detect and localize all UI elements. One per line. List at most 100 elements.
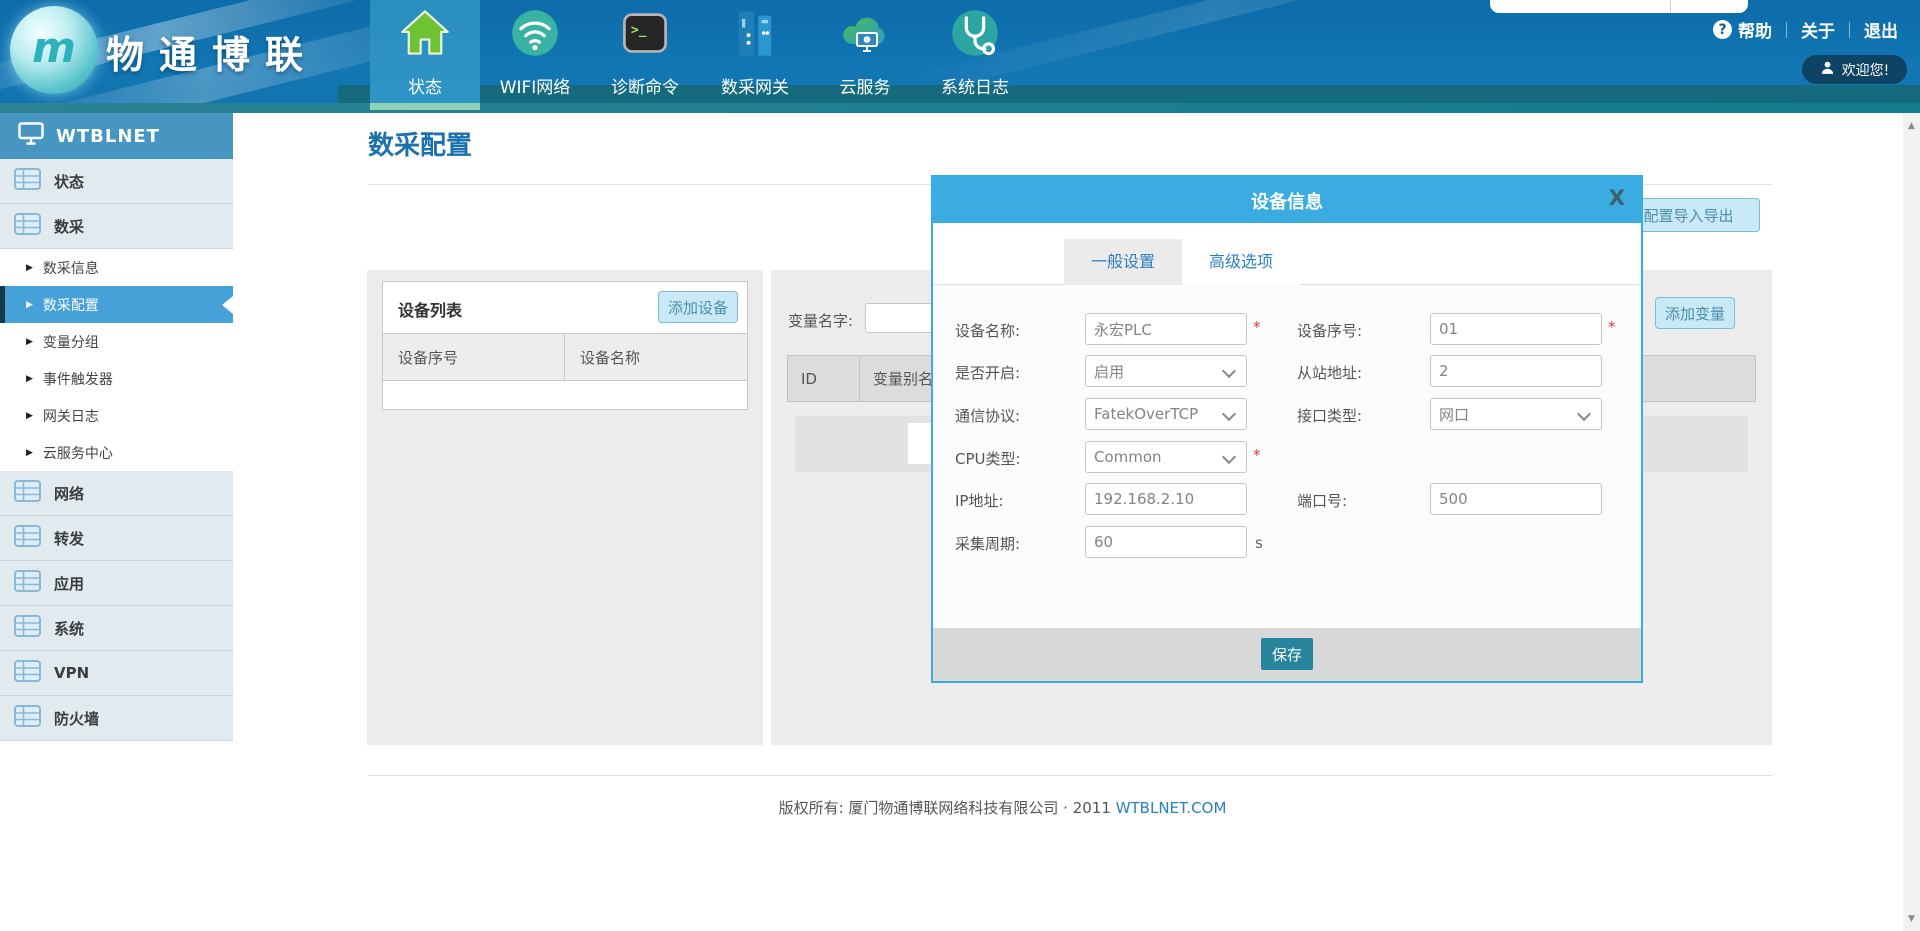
modal-header: 设备信息 X	[933, 177, 1641, 223]
caret-icon: ▶	[26, 374, 33, 384]
svg-text:>_: >_	[631, 23, 647, 38]
grid-icon	[14, 660, 41, 686]
modal-title: 设备信息	[933, 188, 1641, 214]
enabled-select[interactable]: 启用	[1085, 355, 1247, 387]
search-divider	[1670, 0, 1671, 13]
sidebar-item-status[interactable]: 状态	[0, 159, 233, 204]
chevron-down-icon	[1577, 407, 1591, 421]
tab-advanced-options[interactable]: 高级选项	[1182, 239, 1300, 285]
grid-icon	[14, 213, 41, 239]
copyright-text: 版权所有: 厦门物通博联网络科技有限公司 · 2011	[779, 799, 1111, 817]
add-variable-button[interactable]: 添加变量	[1655, 297, 1735, 329]
app-root: m 物通博联 状态 WIFI网络 >_ 诊断命令	[0, 0, 1920, 931]
device-no-label: 设备序号:	[1297, 320, 1362, 341]
sidebar-item-event-trigger[interactable]: ▶ 事件触发器	[0, 360, 233, 397]
ip-address-label: IP地址:	[955, 490, 1004, 511]
nav-tab-gateway[interactable]: 数采网关	[700, 0, 810, 103]
device-info-modal: 设备信息 X 一般设置 高级选项 设备名称: * 设备序号: * 是否开启: 启…	[931, 175, 1643, 683]
logout-link[interactable]: 退出	[1864, 17, 1898, 42]
nav-tab-wifi[interactable]: WIFI网络	[480, 0, 590, 103]
grid-icon	[14, 615, 41, 641]
sidebar-item-firewall[interactable]: 防火墙	[0, 696, 233, 741]
up-arrow-icon[interactable]: ▲	[1903, 117, 1920, 134]
device-col-serial: 设备序号	[383, 334, 565, 380]
device-list-title: 设备列表	[398, 297, 462, 321]
grid-icon	[14, 570, 41, 596]
sidebar-item-cloud-center[interactable]: ▶ 云服务中心	[0, 434, 233, 471]
caret-icon: ▶	[26, 448, 33, 458]
sidebar-item-application[interactable]: 应用	[0, 561, 233, 606]
caret-icon: ▶	[26, 337, 33, 347]
slave-addr-label: 从站地址:	[1297, 362, 1362, 383]
top-nav: 状态 WIFI网络 >_ 诊断命令 数采网关	[370, 0, 1030, 113]
poll-period-label: 采集周期:	[955, 533, 1020, 554]
footer: 版权所有: 厦门物通博联网络科技有限公司 · 2011 WTBLNET.COM	[233, 797, 1772, 818]
required-asterisk: *	[1253, 446, 1261, 464]
iface-type-select[interactable]: 网口	[1430, 398, 1602, 430]
poll-period-field[interactable]	[1085, 526, 1247, 558]
close-icon[interactable]: X	[1609, 186, 1625, 210]
grid-icon	[14, 525, 41, 551]
sidebar-item-vpn[interactable]: VPN	[0, 651, 233, 696]
device-no-field[interactable]	[1430, 313, 1602, 345]
top-header: m 物通博联 状态 WIFI网络 >_ 诊断命令	[0, 0, 1920, 113]
nav-tab-cloud[interactable]: 云服务	[810, 0, 920, 103]
sidebar-title: WTBLNET	[56, 126, 160, 147]
page-scrollbar[interactable]: ▲ ▼	[1903, 113, 1920, 931]
required-asterisk: *	[1608, 318, 1616, 336]
brand-logo-icon: m	[10, 6, 98, 94]
protocol-label: 通信协议:	[955, 405, 1020, 426]
wifi-icon	[509, 7, 561, 59]
grid-icon	[14, 480, 41, 506]
nav-tab-syslog[interactable]: 系统日志	[920, 0, 1030, 103]
save-button[interactable]: 保存	[1261, 638, 1313, 670]
nav-tab-diagnostics[interactable]: >_ 诊断命令	[590, 0, 700, 103]
device-col-name: 设备名称	[565, 347, 640, 368]
port-field[interactable]	[1430, 483, 1602, 515]
help-link[interactable]: 帮助	[1738, 17, 1772, 42]
ip-address-field[interactable]	[1085, 483, 1247, 515]
enabled-label: 是否开启:	[955, 362, 1020, 383]
seconds-suffix: s	[1255, 534, 1263, 552]
footer-divider	[368, 775, 1772, 776]
monitor-icon	[18, 122, 44, 150]
link-divider	[1849, 22, 1850, 38]
caret-icon: ▶	[26, 411, 33, 421]
variable-col-alias: 变量别名	[860, 368, 933, 389]
sidebar-item-variable-group[interactable]: ▶ 变量分组	[0, 323, 233, 360]
tab-general-settings[interactable]: 一般设置	[1064, 239, 1182, 285]
device-name-field[interactable]	[1085, 313, 1247, 345]
brand-logo-text: 物通博联	[106, 24, 318, 79]
footer-link[interactable]: WTBLNET.COM	[1116, 799, 1227, 817]
add-device-button[interactable]: 添加设备	[658, 291, 738, 323]
sidebar-item-network[interactable]: 网络	[0, 471, 233, 516]
sidebar-item-datacollect-info[interactable]: ▶ 数采信息	[0, 249, 233, 286]
sidebar-item-datacollect-config[interactable]: ▶ 数采配置	[0, 286, 233, 323]
sidebar-item-gateway-log[interactable]: ▶ 网关日志	[0, 397, 233, 434]
protocol-select[interactable]: FatekOverTCP	[1085, 398, 1247, 430]
variable-empty-message-box	[908, 423, 931, 464]
slave-addr-field[interactable]	[1430, 355, 1602, 387]
sidebar-header: WTBLNET	[0, 113, 233, 159]
device-list-container: 设备列表 添加设备 设备序号 设备名称	[367, 270, 763, 745]
nav-tab-status[interactable]: 状态	[370, 0, 480, 103]
device-name-label: 设备名称:	[955, 320, 1020, 341]
about-link[interactable]: 关于	[1801, 17, 1835, 42]
sidebar-item-forward[interactable]: 转发	[0, 516, 233, 561]
cpu-type-select[interactable]: Common	[1085, 441, 1247, 473]
sidebar-item-datacollect[interactable]: 数采	[0, 204, 233, 249]
device-table-header: 设备序号 设备名称	[383, 333, 747, 381]
user-icon	[1820, 60, 1835, 79]
caret-icon: ▶	[26, 263, 33, 273]
grid-icon	[14, 168, 41, 194]
welcome-badge[interactable]: 欢迎您!	[1802, 55, 1907, 84]
welcome-text: 欢迎您!	[1842, 60, 1890, 80]
gateway-icon	[729, 7, 781, 59]
device-list-header: 设备列表 添加设备	[383, 282, 747, 333]
sidebar-item-system[interactable]: 系统	[0, 606, 233, 651]
header-search-input[interactable]	[1490, 0, 1748, 13]
down-arrow-icon[interactable]: ▼	[1903, 910, 1920, 927]
chevron-down-icon	[1222, 364, 1236, 378]
page-title: 数采配置	[368, 125, 472, 162]
chevron-down-icon	[1222, 450, 1236, 464]
